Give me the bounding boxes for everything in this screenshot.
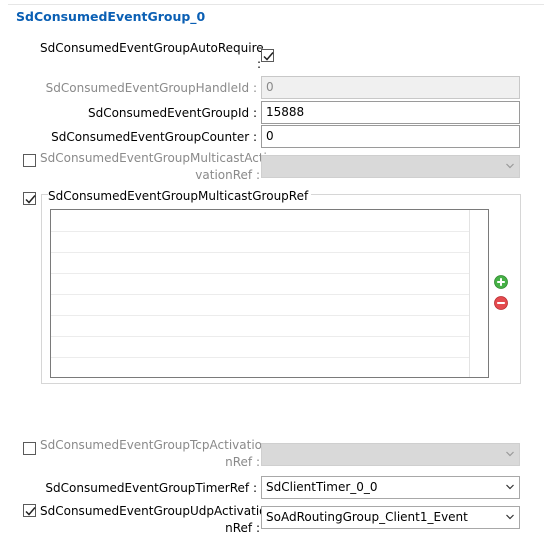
chevron-down-icon (506, 163, 514, 169)
multicast-group-checkbox[interactable] (23, 192, 36, 205)
table-row[interactable] (51, 273, 469, 274)
check-icon (25, 507, 36, 516)
table-row[interactable] (51, 336, 469, 337)
table-row[interactable] (51, 357, 469, 358)
tcp-activation-dropdown[interactable] (261, 443, 520, 466)
page-title: SdConsumedEventGroup_0 (16, 9, 206, 24)
multicast-group-table[interactable] (50, 209, 489, 378)
add-icon (494, 275, 508, 289)
chevron-down-icon (506, 514, 514, 520)
auto-require-checkbox[interactable] (261, 49, 274, 62)
counter-label: SdConsumedEventGroupCounter : (51, 130, 257, 144)
chevron-down-icon (506, 451, 514, 457)
group-id-label: SdConsumedEventGroupId : (87, 106, 257, 120)
udp-activation-checkbox[interactable] (23, 504, 36, 517)
udp-activation-dropdown[interactable]: SoAdRoutingGroup_Client1_Event (261, 506, 520, 529)
auto-require-label: SdConsumedEventGroupAutoRequire : (40, 41, 264, 71)
check-icon (263, 52, 274, 61)
multicast-activation-dropdown[interactable] (261, 155, 520, 178)
tcp-activation-label: SdConsumedEventGroupTcpActivatio nRef : (40, 438, 262, 469)
check-icon (25, 195, 36, 204)
multicast-activation-checkbox[interactable] (23, 154, 36, 167)
table-row[interactable] (51, 252, 469, 253)
timer-ref-label: SdConsumedEventGroupTimerRef : (45, 481, 257, 495)
chevron-down-icon (506, 484, 514, 490)
handle-id-field[interactable]: 0 (261, 76, 520, 99)
table-row[interactable] (51, 231, 469, 232)
group-id-field[interactable]: 15888 (261, 101, 520, 124)
remove-icon (494, 296, 508, 310)
multicast-group-label: SdConsumedEventGroupMulticastGroupRef (48, 188, 312, 204)
udp-activation-label: SdConsumedEventGroupUdpActivatio nRef : (40, 504, 267, 535)
timer-ref-dropdown[interactable]: SdClientTimer_0_0 (261, 476, 520, 499)
table-row[interactable] (51, 315, 469, 316)
tcp-activation-checkbox[interactable] (23, 442, 36, 455)
table-column-divider (469, 210, 470, 377)
section-divider (8, 4, 544, 5)
counter-field[interactable]: 0 (261, 125, 520, 148)
table-row[interactable] (51, 294, 469, 295)
remove-button[interactable] (494, 296, 508, 310)
add-button[interactable] (494, 275, 508, 289)
multicast-activation-label: SdConsumedEventGroupMulticastActi vation… (40, 151, 267, 182)
handle-id-label: SdConsumedEventGroupHandleId : (45, 81, 257, 95)
